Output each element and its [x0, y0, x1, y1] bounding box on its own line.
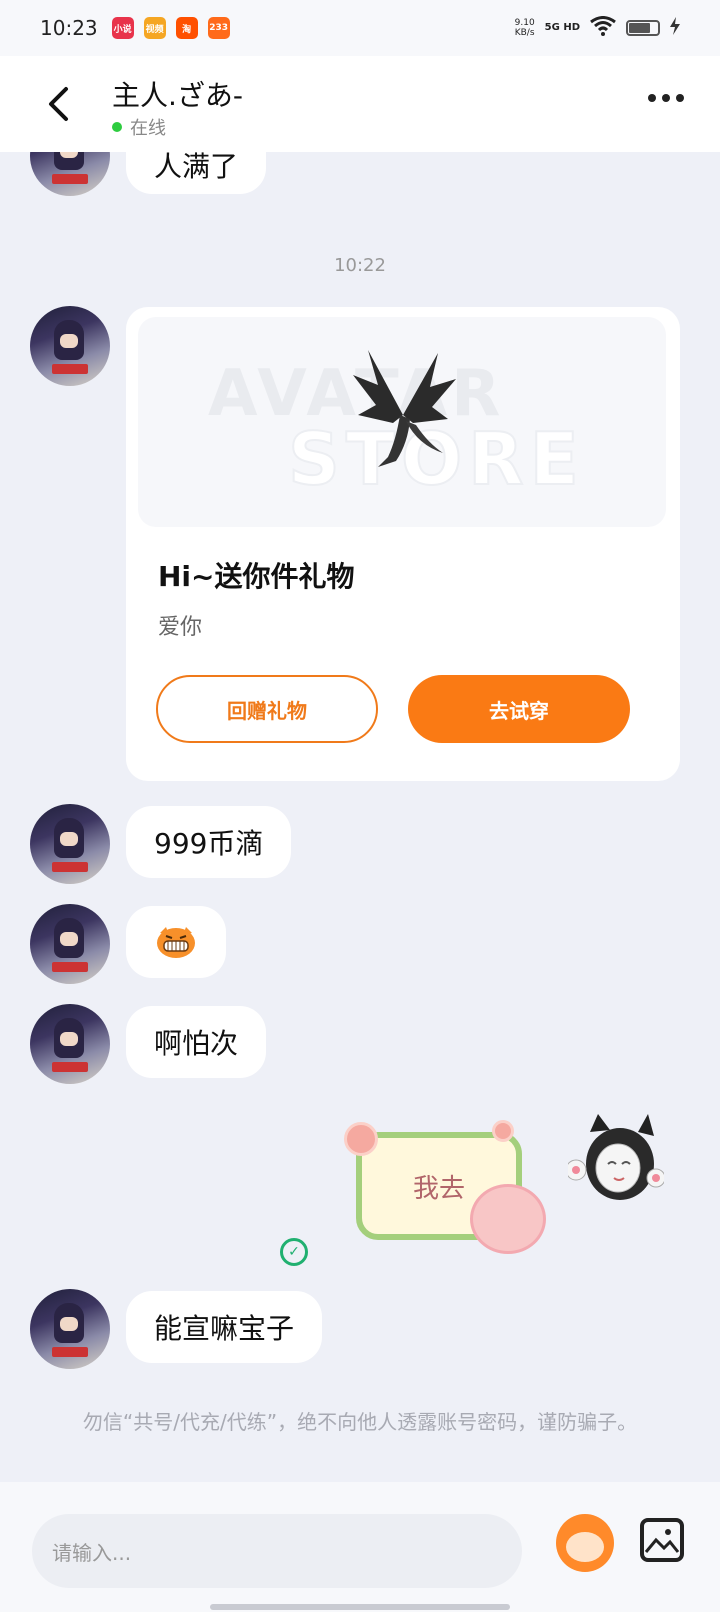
status-time: 10:23: [40, 16, 98, 40]
message-bubble[interactable]: 999币滴: [126, 806, 292, 878]
message-timestamp: 10:22: [334, 255, 386, 276]
gift-message: 爱你: [158, 615, 203, 640]
anime-catgirl-icon: [565, 1114, 666, 1200]
gift-title: Hi~送你件礼物: [158, 560, 355, 593]
chat-header: 主人.ざあ- 在线: [0, 56, 720, 152]
network-speed: 9.10 KB/s: [514, 18, 535, 38]
app-icon-novel: 小说: [111, 17, 134, 39]
return-gift-button[interactable]: 回赠礼物: [156, 675, 378, 743]
read-receipt-icon: ✓: [280, 1238, 308, 1266]
app-icon-233: 233: [207, 17, 230, 39]
flower-decoration-icon: [492, 1120, 514, 1142]
status-bar: 10:23 小说 视频 淘 233 9.10 KB/s 5G HD: [0, 0, 720, 56]
wifi-icon: [590, 16, 616, 40]
pink-cat-sticker-icon: [470, 1184, 546, 1254]
gift-card[interactable]: AVATAR STORE Hi~送你件礼物 爱你 回赠礼物 去试穿: [126, 307, 680, 781]
contact-avatar[interactable]: [30, 1289, 110, 1369]
contact-avatar[interactable]: [30, 804, 110, 884]
online-dot-icon: [112, 122, 122, 132]
contact-avatar[interactable]: [30, 152, 110, 196]
input-bar: 请输入...: [0, 1482, 720, 1612]
app-icon-taobao: 淘: [175, 17, 198, 39]
app-icon-video: 视频: [143, 17, 166, 39]
message-text: 能宣嘛宝子: [154, 1312, 295, 1345]
charging-icon: [670, 17, 680, 39]
contact-avatar[interactable]: [30, 904, 110, 984]
message-text: 人满了: [154, 152, 239, 183]
network-type: 5G HD: [544, 22, 580, 33]
chevron-left-icon: [49, 87, 68, 121]
message-text: 啊怕次: [154, 1027, 239, 1060]
contact-avatar[interactable]: [30, 1004, 110, 1084]
presence-status: 在线: [112, 114, 166, 140]
more-options-button[interactable]: [648, 94, 684, 102]
contact-name: 主人.ざあ-: [112, 79, 244, 112]
message-bubble[interactable]: 人满了: [126, 152, 267, 194]
emoji-panel-button[interactable]: [556, 1514, 614, 1572]
image-icon: [644, 1529, 680, 1553]
gift-preview-image: AVATAR STORE: [138, 317, 666, 527]
message-input[interactable]: 请输入...: [32, 1514, 522, 1588]
back-button[interactable]: [38, 84, 78, 124]
message-bubble[interactable]: 啊怕次: [126, 1006, 267, 1078]
presence-label: 在线: [130, 118, 166, 139]
image-picker-button[interactable]: [640, 1518, 684, 1562]
message-bubble[interactable]: 能宣嘛宝子: [126, 1291, 323, 1363]
battery-icon: [626, 20, 660, 36]
message-bubble[interactable]: [126, 906, 226, 978]
safety-notice: 勿信“共号/代充/代练”，绝不向他人透露账号密码，谨防骗子。: [82, 1410, 638, 1434]
sticker-message[interactable]: 我去: [344, 1120, 552, 1254]
try-on-button[interactable]: 去试穿: [408, 675, 630, 743]
grinning-tiger-emoji-icon: [157, 927, 195, 958]
input-placeholder: 请输入...: [52, 1540, 132, 1565]
message-text: 999币滴: [154, 827, 264, 860]
dragon-wings-icon: [353, 350, 456, 467]
my-sticker-avatar: [565, 1112, 666, 1212]
home-indicator[interactable]: [210, 1604, 510, 1610]
sticker-text: 我去: [412, 1173, 465, 1204]
contact-avatar[interactable]: [30, 306, 110, 386]
flower-decoration-icon: [344, 1122, 378, 1156]
mascot-face-icon: [566, 1532, 604, 1562]
chat-messages: 人满了 10:22 AVATAR STORE Hi~送你件礼物 爱你 回赠礼物 …: [0, 152, 720, 1482]
